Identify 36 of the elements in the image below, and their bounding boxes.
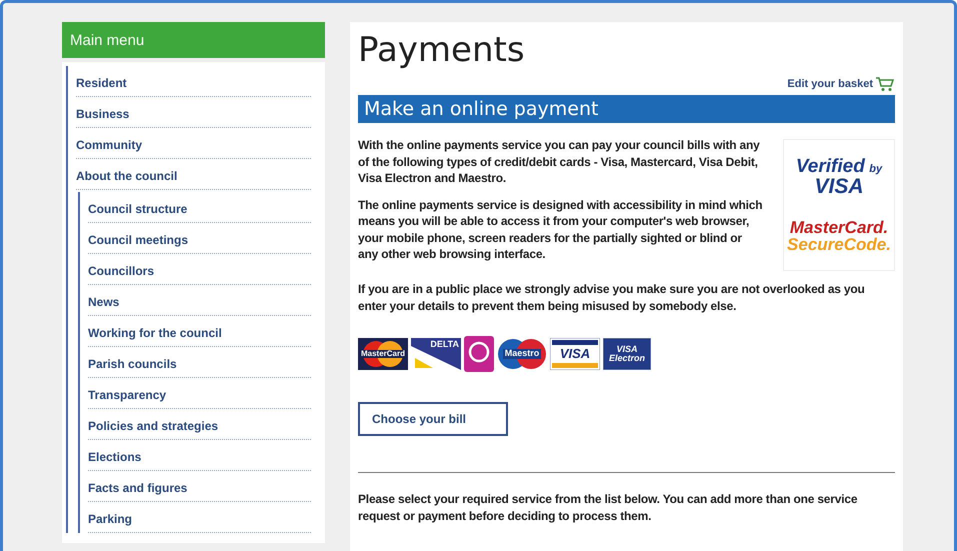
- menu-item[interactable]: Parking: [88, 502, 311, 533]
- menu-item[interactable]: Council structure: [88, 192, 311, 223]
- menu-item[interactable]: About the council: [76, 159, 311, 190]
- menu-item[interactable]: Facts and figures: [88, 471, 311, 502]
- logo-text: VISA: [814, 176, 864, 197]
- menu-header: Main menu: [62, 22, 325, 58]
- card-logo: Maestro: [497, 338, 547, 370]
- menu-item[interactable]: Transparency: [88, 378, 311, 409]
- cart-icon[interactable]: [875, 76, 895, 92]
- card-logo: VISA Electron: [603, 338, 651, 370]
- logo-text: by: [869, 163, 882, 175]
- menu-item[interactable]: News: [88, 285, 311, 316]
- page-title: Payments: [358, 30, 526, 70]
- menu-item[interactable]: Resident: [76, 66, 311, 97]
- menu-item[interactable]: Working for the council: [88, 316, 311, 347]
- card-logo: DELTA: [411, 338, 461, 370]
- paragraph: If you are in a public place we strongly advise you make sure you are not overlooked as you enter your details to prevent them being misused by somebody else.: [358, 281, 866, 314]
- logo-text: SecureCode.: [787, 236, 891, 253]
- menu-item[interactable]: Council meetings: [88, 223, 311, 254]
- card-logo: [464, 336, 494, 372]
- menu-item[interactable]: Parish councils: [88, 347, 311, 378]
- logo-text: MasterCard.: [790, 219, 888, 236]
- basket-link[interactable]: Edit your basket: [787, 78, 873, 90]
- paragraph: The online payments service is designed with accessibility in mind which means you will be able to access it from your computer's web browser, your mobile phone, screen readers for the partially sighted or blind or any other web browsing interface.: [358, 196, 763, 262]
- menu-item[interactable]: Business: [76, 97, 311, 128]
- section-header: Make an online payment: [358, 95, 895, 123]
- card-logo: MasterCard: [358, 338, 408, 370]
- logo-text: Verified: [796, 156, 865, 177]
- menu-item[interactable]: Elections: [88, 440, 311, 471]
- card-logo: VISA: [550, 338, 600, 370]
- paragraph: Please select your required service from the list below. You can add more than one service request or payment before deciding to process them.: [358, 491, 858, 524]
- menu-item[interactable]: Councillors: [88, 254, 311, 285]
- paragraph: With the online payments service you can pay your council bills with any of the following types of credit/debit cards - Visa, Mastercard, Visa Debit, Visa Electron and Maestro.: [358, 137, 761, 186]
- menu-item[interactable]: Policies and strategies: [88, 409, 311, 440]
- menu-item[interactable]: Community: [76, 128, 311, 159]
- choose-bill-button[interactable]: Choose your bill: [358, 402, 508, 436]
